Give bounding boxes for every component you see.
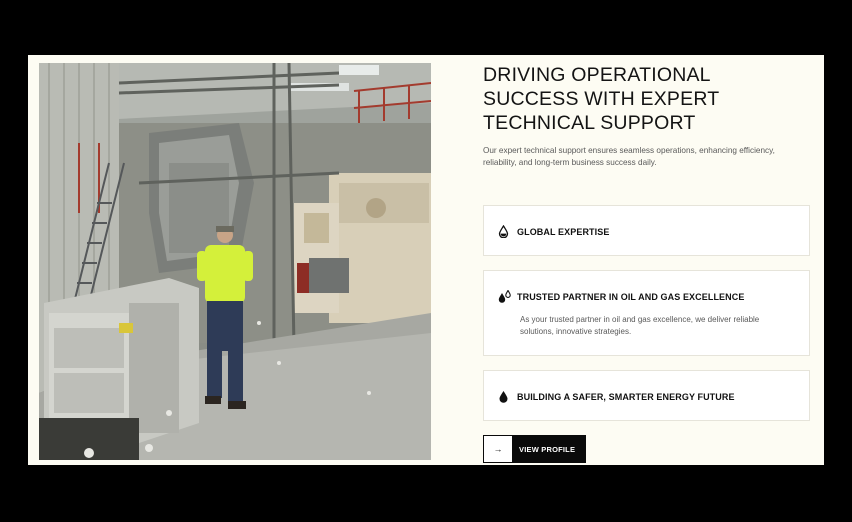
industrial-facility-photo xyxy=(39,63,431,460)
oil-drops-icon xyxy=(497,290,511,303)
card-title: GLOBAL EXPERTISE xyxy=(517,226,610,237)
content-section: DRIVING OPERATIONAL SUCCESS WITH EXPERT … xyxy=(28,55,824,465)
card-trusted-partner[interactable]: TRUSTED PARTNER IN OIL AND GAS EXCELLENC… xyxy=(483,270,810,356)
card-energy-future[interactable]: BUILDING A SAFER, SMARTER ENERGY FUTURE xyxy=(483,370,810,421)
card-description: As your trusted partner in oil and gas e… xyxy=(520,315,760,336)
oil-drop-icon xyxy=(497,225,510,238)
oil-drop-icon xyxy=(497,390,510,403)
arrow-right-icon: → xyxy=(484,436,512,462)
view-profile-label: VIEW PROFILE xyxy=(519,444,576,454)
view-profile-button[interactable]: → VIEW PROFILE xyxy=(483,435,586,463)
section-intro: Our expert technical support ensures sea… xyxy=(483,146,775,167)
card-title: TRUSTED PARTNER IN OIL AND GAS EXCELLENC… xyxy=(517,291,745,302)
section-heading: DRIVING OPERATIONAL SUCCESS WITH EXPERT … xyxy=(483,64,720,134)
card-global-expertise[interactable]: GLOBAL EXPERTISE xyxy=(483,205,810,256)
card-title: BUILDING A SAFER, SMARTER ENERGY FUTURE xyxy=(517,391,735,402)
